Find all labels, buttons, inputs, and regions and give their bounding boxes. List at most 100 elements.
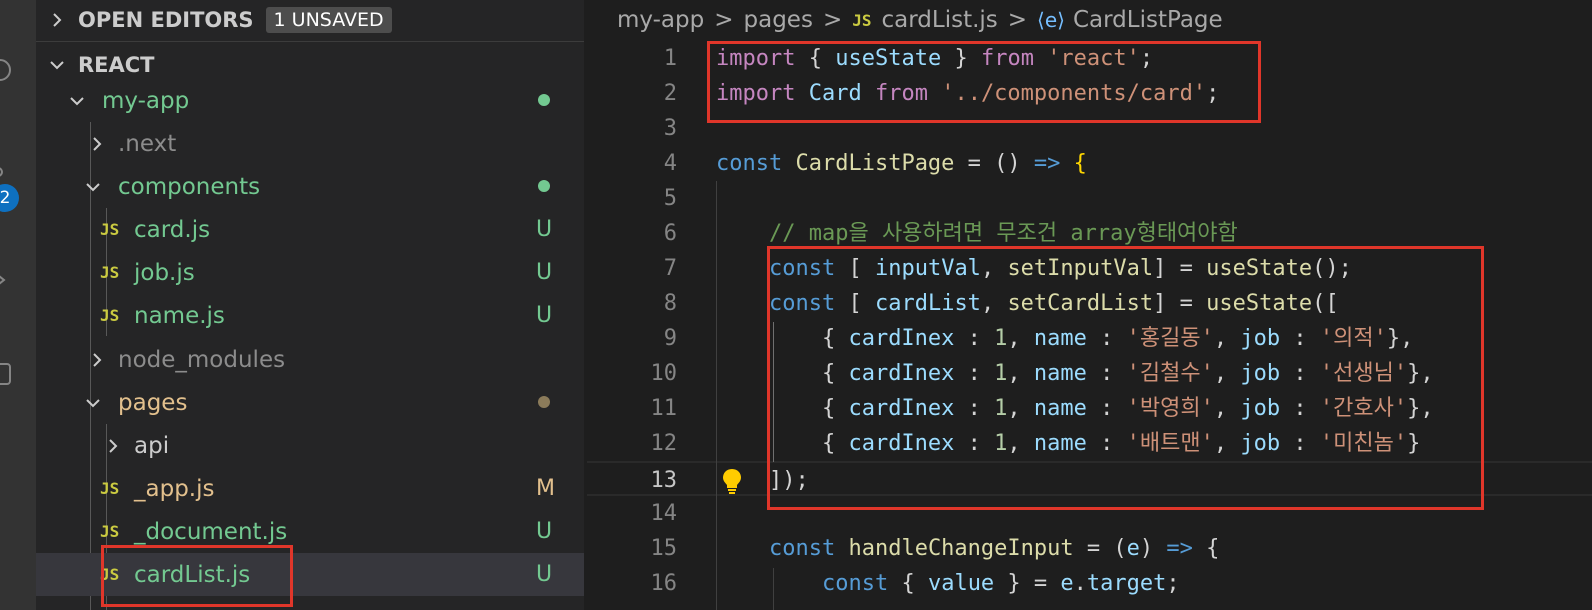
code-text: const handleChangeInput = (e) => {: [716, 531, 1219, 566]
breadcrumb-separator: >: [714, 7, 734, 33]
javascript-file-icon: JS: [100, 220, 120, 239]
javascript-file-icon: JS: [852, 10, 872, 30]
extensions-icon[interactable]: [0, 362, 12, 386]
code-token: e: [1060, 571, 1074, 596]
code-token: CardListPage: [795, 151, 955, 176]
code-line[interactable]: 16 const { value } = e.target;: [587, 566, 1592, 601]
highlight-box-state: [767, 246, 1484, 510]
code-token: value: [927, 571, 995, 596]
chevron-down-icon: [70, 96, 84, 105]
breadcrumb: my-app > pages > JS cardList.js > ⟨e⟩ Ca…: [617, 0, 1223, 40]
code-token: ): [1139, 536, 1167, 561]
line-number: 5: [663, 186, 677, 211]
highlight-box-imports: [707, 41, 1261, 123]
line-number: 1: [663, 46, 677, 71]
tree-folder-components[interactable]: components: [36, 165, 584, 208]
tree-folder-my-app[interactable]: my-app: [36, 79, 584, 122]
chevron-right-icon: [53, 13, 62, 27]
line-number: 11: [650, 396, 678, 421]
tree-item-label: node_modules: [118, 346, 286, 373]
code-token: =>: [1033, 151, 1061, 176]
tree-item-label: job.js: [134, 259, 195, 286]
code-token: =>: [1166, 536, 1193, 561]
code-token: handleChangeInput: [848, 536, 1074, 561]
code-token: const: [821, 571, 889, 596]
tree-file-job-js[interactable]: JS job.js U: [36, 251, 584, 294]
line-number: 9: [663, 326, 677, 351]
chevron-down-icon: [86, 182, 100, 191]
breadcrumb-item-folder[interactable]: my-app: [617, 7, 704, 33]
breadcrumb-item-symbol[interactable]: CardListPage: [1073, 7, 1223, 33]
explorer-sidebar: OPEN EDITORS 1 UNSAVED REACT my-app .nex…: [36, 0, 584, 610]
line-number: 14: [650, 501, 678, 526]
source-control-icon[interactable]: [0, 160, 12, 184]
tree-file-card-js[interactable]: JS card.js U: [36, 208, 584, 251]
tree-item-label: components: [118, 173, 261, 200]
tree-folder-node-modules[interactable]: node_modules: [36, 338, 584, 381]
run-debug-icon[interactable]: [0, 58, 12, 82]
run-icon[interactable]: [0, 268, 12, 292]
indent-guide: [773, 568, 774, 610]
breadcrumb-item-file[interactable]: cardList.js: [881, 7, 997, 33]
tree-folder-pages[interactable]: pages: [36, 381, 584, 424]
javascript-file-icon: JS: [100, 479, 120, 498]
line-number: 10: [650, 361, 678, 386]
code-line[interactable]: 4 const CardListPage = () => {: [587, 146, 1592, 181]
tree-item-label: .next: [118, 130, 177, 157]
code-token: .: [1073, 571, 1087, 596]
javascript-file-icon: JS: [100, 522, 120, 541]
code-token: {: [1192, 536, 1220, 561]
line-number: 3: [663, 116, 677, 141]
source-control-badge: 2: [0, 184, 19, 212]
code-line[interactable]: 5: [587, 181, 1592, 216]
breadcrumb-separator: >: [822, 7, 843, 33]
code-editor[interactable]: my-app > pages > JS cardList.js > ⟨e⟩ Ca…: [587, 0, 1592, 610]
line-number: 15: [650, 536, 678, 561]
indent-guide: [716, 181, 717, 610]
code-token: } =: [994, 571, 1061, 596]
tree-file-app-js[interactable]: JS _app.js M: [36, 467, 584, 510]
tree-folder-next[interactable]: .next: [36, 122, 584, 165]
breadcrumb-separator: >: [1007, 7, 1028, 33]
open-editors-header[interactable]: OPEN EDITORS 1 UNSAVED: [36, 0, 584, 40]
symbol-variable-icon: ⟨e⟩: [1037, 8, 1065, 32]
code-token: target: [1086, 571, 1167, 596]
git-status-untracked: U: [536, 519, 553, 544]
breadcrumb-item-folder[interactable]: pages: [744, 7, 813, 33]
code-token: = (): [954, 151, 1034, 176]
code-token: // map을 사용하려면 무조건 array형태여야함: [768, 221, 1238, 246]
code-token: {: [888, 571, 928, 596]
git-status-untracked: U: [536, 260, 553, 285]
code-token: const: [716, 151, 783, 176]
line-number: 8: [663, 291, 677, 316]
section-divider: [36, 41, 584, 42]
tree-item-label: api: [134, 432, 170, 459]
highlight-box-cardlist-file: [101, 545, 293, 607]
javascript-file-icon: JS: [100, 263, 120, 282]
line-number: 4: [663, 151, 677, 176]
git-change-dot: [538, 180, 550, 192]
chevron-right-icon: [93, 352, 102, 367]
tree-folder-api[interactable]: api: [36, 424, 584, 467]
line-number: 2: [663, 81, 677, 106]
line-number: 7: [663, 256, 677, 281]
code-line[interactable]: 15 const handleChangeInput = (e) => {: [587, 531, 1592, 566]
lightbulb-icon[interactable]: [721, 467, 743, 495]
git-status-modified: M: [536, 476, 555, 501]
chevron-down-icon: [50, 61, 64, 70]
line-number: 16: [650, 571, 678, 596]
code-text: const CardListPage = () => {: [716, 146, 1087, 181]
tree-file-name-js[interactable]: JS name.js U: [36, 294, 584, 337]
git-change-dot: [538, 396, 550, 408]
code-token: const: [768, 536, 836, 561]
tree-item-label: _app.js: [134, 475, 215, 502]
code-token: ;: [1166, 571, 1180, 596]
tree-item-label: my-app: [102, 87, 190, 114]
code-token: = (: [1073, 536, 1127, 561]
javascript-file-icon: JS: [100, 306, 120, 325]
